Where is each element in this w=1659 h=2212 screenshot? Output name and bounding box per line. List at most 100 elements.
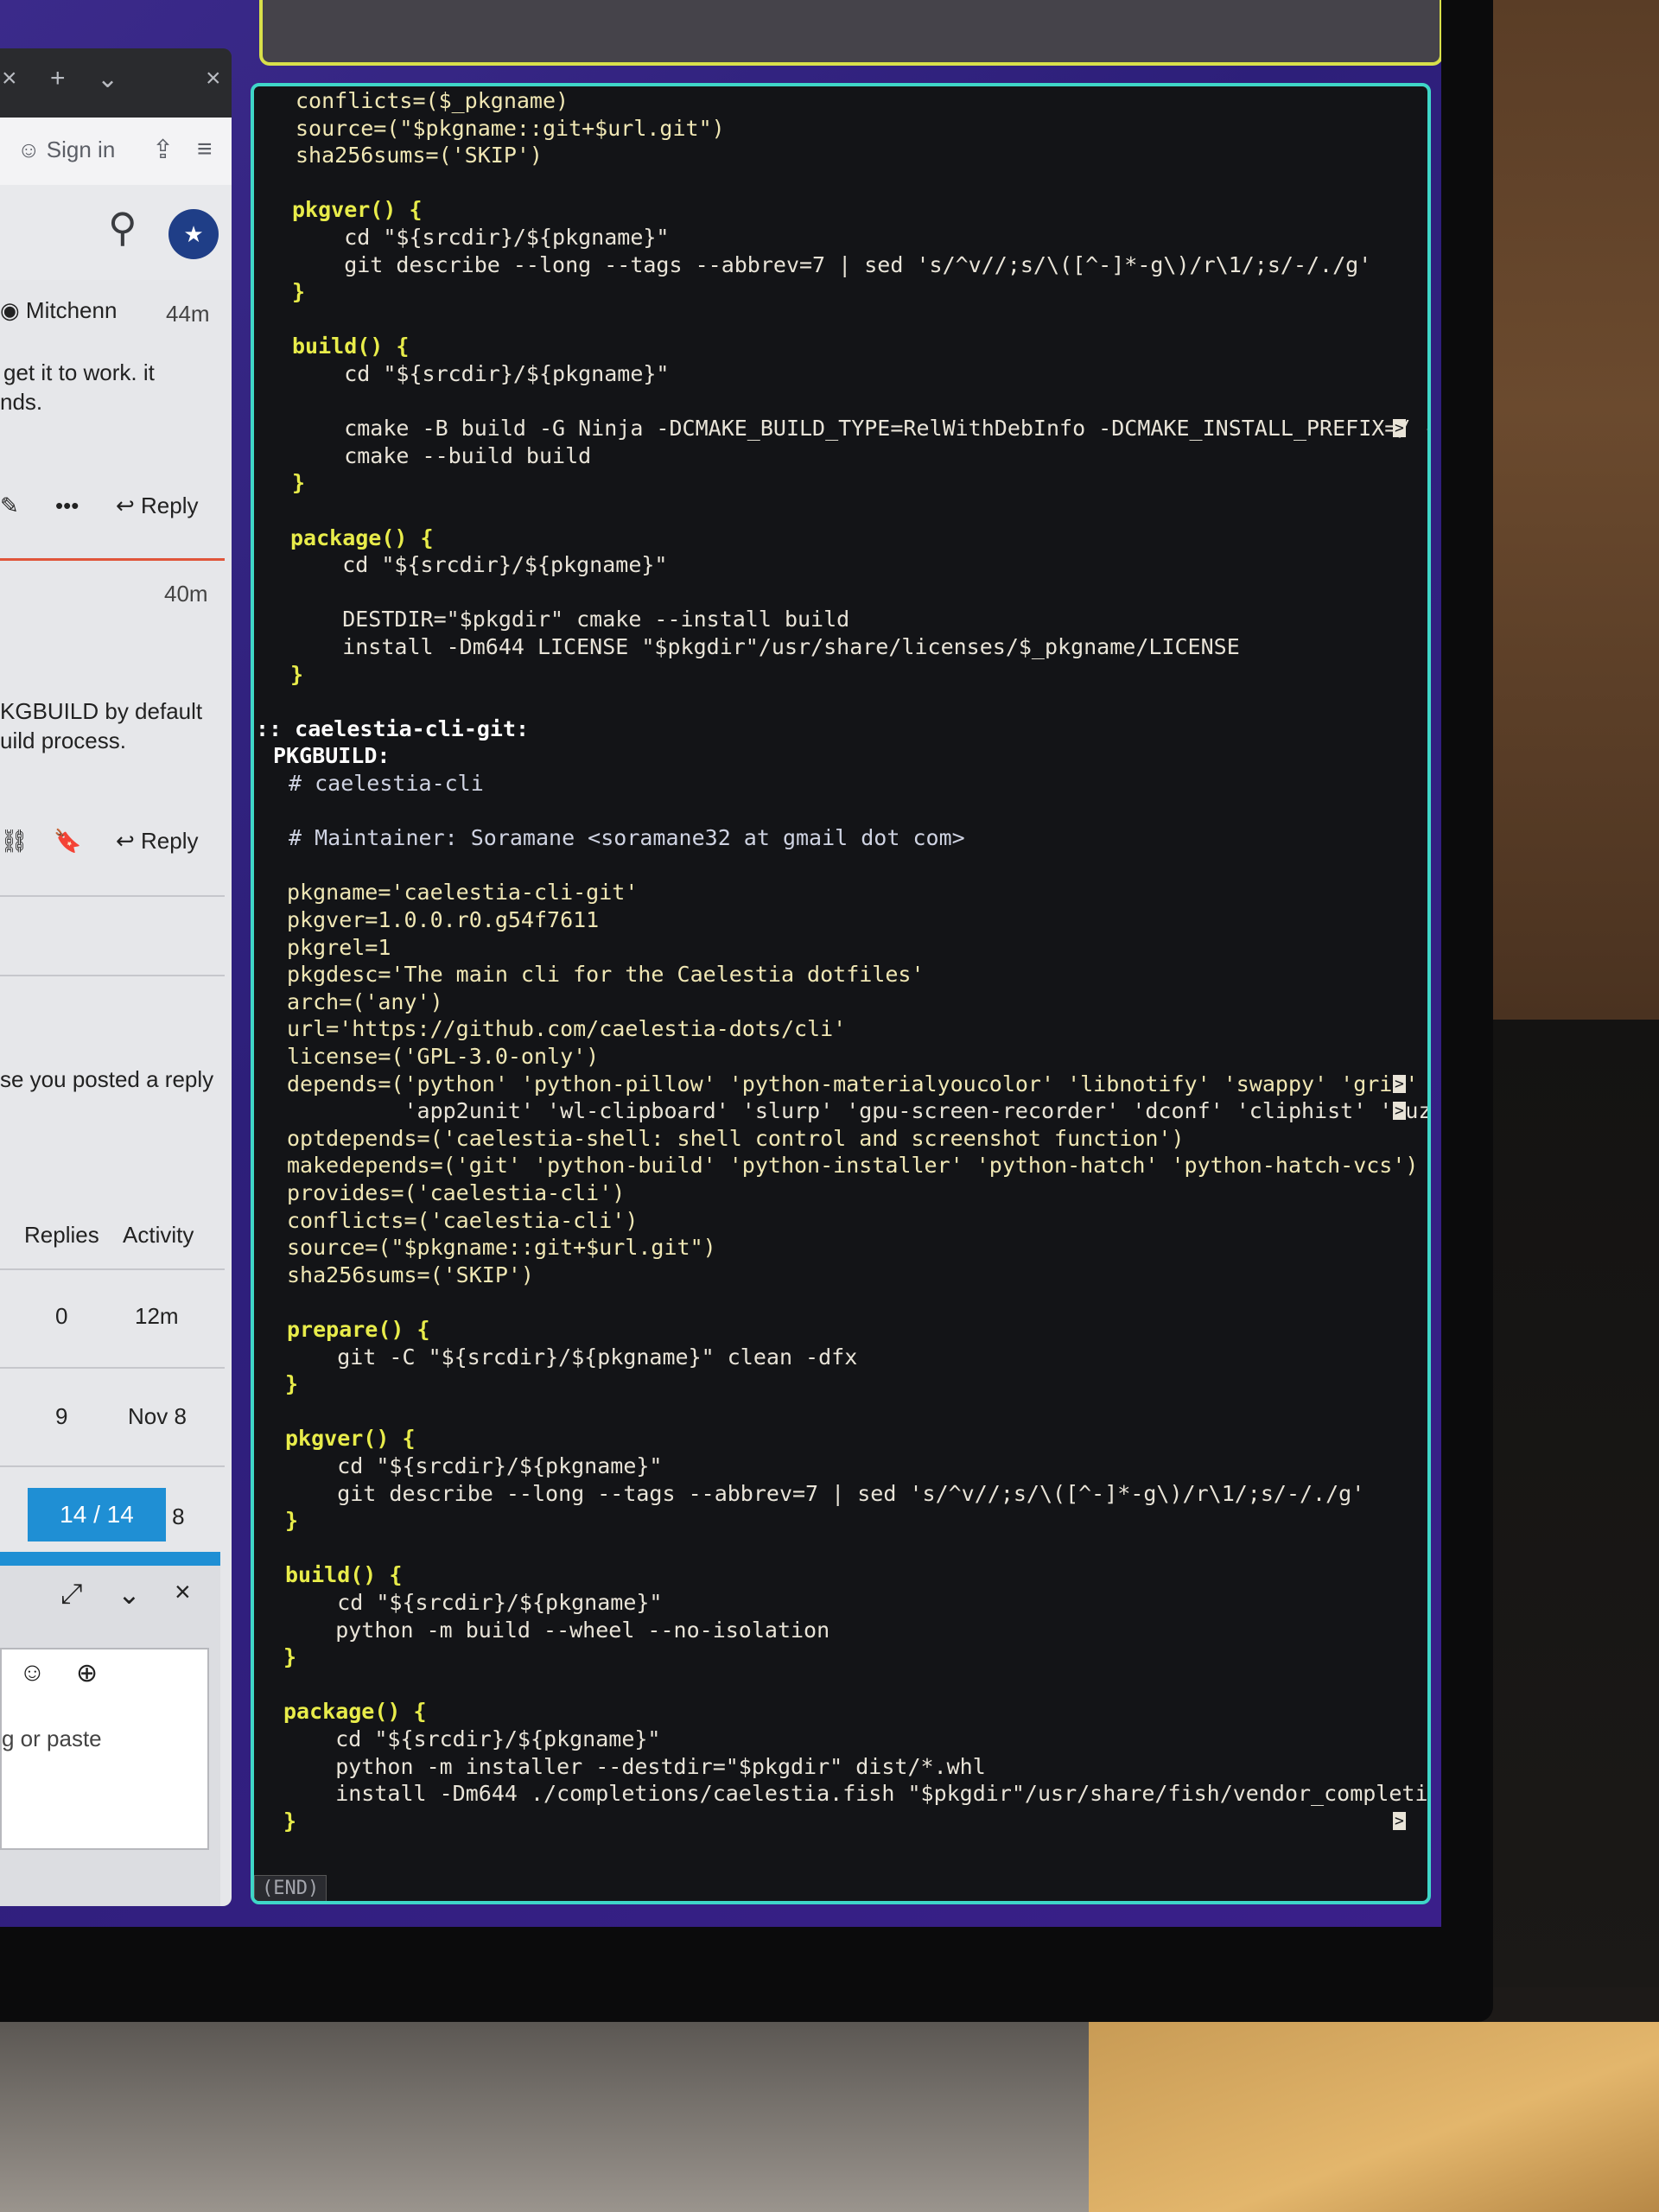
new-tab-icon[interactable]: + — [50, 64, 66, 93]
unread-divider — [0, 558, 225, 561]
code-line: } — [292, 470, 306, 496]
code-line: pkgname='caelestia-cli-git' — [287, 880, 639, 906]
post-time: 40m — [164, 581, 208, 607]
code-line: source=("$pkgname::git+$url.git") — [287, 1235, 716, 1261]
terminal-window[interactable]: conflicts=($_pkgname) source=("$pkgname::… — [251, 83, 1431, 1904]
col-header-replies: Replies — [24, 1222, 99, 1248]
row-activity[interactable]: 12m — [135, 1303, 179, 1330]
screen: × + ⌄ × ☺ Sign in ⇪ ≡ ⚲ ★ ◉ Mitchenn 44m… — [0, 0, 1441, 1927]
divider — [0, 975, 225, 976]
post-time: 44m — [166, 301, 210, 327]
code-line: } — [290, 661, 304, 687]
code-line: arch=('any') — [287, 988, 443, 1014]
code-line: build() { — [285, 1562, 403, 1588]
reply-button[interactable]: ↩ Reply — [116, 493, 199, 519]
code-line: package() { — [290, 524, 434, 550]
composer-input[interactable]: ☺ ⊕ g or paste — [0, 1648, 209, 1850]
code-line: depends=('python' 'python-pillow' 'pytho… — [287, 1071, 1419, 1096]
sign-in-button[interactable]: ☺ Sign in — [17, 137, 115, 163]
floor — [1089, 2022, 1659, 2212]
post-text: uild process. — [0, 728, 126, 753]
emoji-icon[interactable]: ☺ — [19, 1658, 46, 1688]
code-line: source=("$pkgname::git+$url.git") — [296, 115, 725, 141]
post-author[interactable]: ◉ Mitchenn — [0, 297, 117, 324]
code-line: git describe --long --tags --abbrev=7 | … — [285, 1480, 1365, 1506]
top-window-edge — [259, 0, 1441, 66]
code-line: pkgver() { — [285, 1426, 416, 1452]
divider — [0, 1268, 225, 1270]
edit-icon[interactable]: ✎ — [0, 493, 19, 519]
post-author-name: Mitchenn — [25, 297, 118, 323]
tab-bar: × + ⌄ × — [0, 48, 232, 118]
divider — [0, 1465, 225, 1467]
divider — [0, 895, 225, 897]
more-icon[interactable]: ••• — [55, 493, 79, 519]
code-line: conflicts=($_pkgname) — [296, 88, 569, 113]
add-icon[interactable]: ⊕ — [76, 1658, 98, 1688]
code-line: # Maintainer: Soramane <soramane32 at gm… — [289, 825, 965, 851]
code-line: cd "${srcdir}/${pkgname}" — [290, 552, 668, 578]
code-line: PKGBUILD: — [273, 743, 391, 769]
tab-list-chevron-icon[interactable]: ⌄ — [97, 64, 118, 94]
code-line: } — [285, 1371, 299, 1397]
close-tab-icon[interactable]: × — [2, 64, 17, 93]
close-icon[interactable]: × — [175, 1576, 191, 1608]
extensions-icon[interactable]: ⇪ — [152, 135, 174, 165]
code-line: pkgrel=1 — [287, 934, 391, 960]
code-line: install -Dm644 LICENSE "$pkgdir"/usr/sha… — [290, 634, 1240, 659]
line-truncated-marker: > — [1393, 1102, 1406, 1121]
line-truncated-marker: > — [1393, 1074, 1406, 1093]
code-line: cd "${srcdir}/${pkgname}" — [292, 361, 670, 386]
user-avatar[interactable]: ★ — [168, 209, 219, 259]
sign-in-label: Sign in — [46, 137, 116, 162]
bookmark-icon[interactable]: 🔖 — [54, 828, 81, 855]
code-line: conflicts=('caelestia-cli') — [287, 1207, 639, 1233]
code-line: optdepends=('caelestia-shell: shell cont… — [287, 1125, 1185, 1151]
monitor-stand-foot — [0, 2022, 1175, 2212]
line-truncated-marker: > — [1393, 1811, 1406, 1830]
code-line: :: caelestia-cli-git: — [256, 715, 530, 741]
code-line: cmake -B build -G Ninja -DCMAKE_BUILD_TY… — [292, 416, 1431, 442]
code-line: prepare() { — [287, 1317, 430, 1342]
row-activity[interactable]: Nov 8 — [128, 1403, 187, 1430]
post-text: KGBUILD by default — [0, 698, 203, 724]
code-line: } — [292, 279, 306, 305]
post-text: get it to work. it — [3, 359, 155, 385]
search-icon[interactable]: ⚲ — [108, 204, 137, 251]
code-line: cd "${srcdir}/${pkgname}" — [285, 1590, 663, 1615]
post-text: nds. — [0, 389, 43, 415]
composer-placeholder: g or paste — [2, 1726, 102, 1751]
code-line: cd "${srcdir}/${pkgname}" — [292, 225, 670, 250]
code-line: install -Dm644 ./completions/caelestia.f… — [283, 1781, 1428, 1807]
code-line: } — [285, 1508, 299, 1534]
reply-notice: se you posted a reply — [0, 1066, 214, 1092]
code-line: package() { — [283, 1699, 427, 1725]
row-replies: 9 — [55, 1403, 68, 1429]
code-line: git describe --long --tags --abbrev=7 | … — [292, 251, 1372, 277]
code-line: build() { — [292, 334, 410, 359]
link-icon[interactable]: ⛓ — [0, 828, 29, 855]
code-line: 'app2unit' 'wl-clipboard' 'slurp' 'gpu-s… — [287, 1098, 1431, 1124]
code-line: cd "${srcdir}/${pkgname}" — [283, 1726, 661, 1751]
code-line: DESTDIR="$pkgdir" cmake --install build — [290, 607, 850, 632]
collapse-icon[interactable]: ⌄ — [118, 1578, 141, 1611]
line-truncated-marker: > — [1393, 419, 1406, 438]
site-header: ⚲ ★ — [0, 185, 232, 281]
menu-icon[interactable]: ≡ — [197, 135, 213, 164]
code-line: } — [283, 1808, 297, 1834]
code-line: cmake --build build — [292, 442, 592, 468]
code-line: pkgver=1.0.0.r0.g54f7611 — [287, 907, 600, 932]
code-line: sha256sums=('SKIP') — [287, 1262, 534, 1287]
reply-button[interactable]: ↩ Reply — [116, 828, 199, 855]
code-line: cd "${srcdir}/${pkgname}" — [285, 1453, 663, 1478]
expand-icon[interactable]: ⤢ — [60, 1578, 83, 1611]
close-window-icon[interactable]: × — [206, 64, 221, 93]
code-line: # caelestia-cli — [289, 771, 484, 796]
code-line: pkgdesc='The main cli for the Caelestia … — [287, 962, 925, 988]
code-line: git -C "${srcdir}/${pkgname}" clean -dfx — [285, 1344, 858, 1370]
code-line: python -m build --wheel --no-isolation — [283, 1617, 830, 1643]
pager-end-label: (END) — [254, 1875, 327, 1901]
browser-window: × + ⌄ × ☺ Sign in ⇪ ≡ ⚲ ★ ◉ Mitchenn 44m… — [0, 48, 232, 1906]
post-progress-indicator[interactable]: 14 / 14 — [28, 1488, 166, 1541]
row-replies: 0 — [55, 1303, 68, 1329]
